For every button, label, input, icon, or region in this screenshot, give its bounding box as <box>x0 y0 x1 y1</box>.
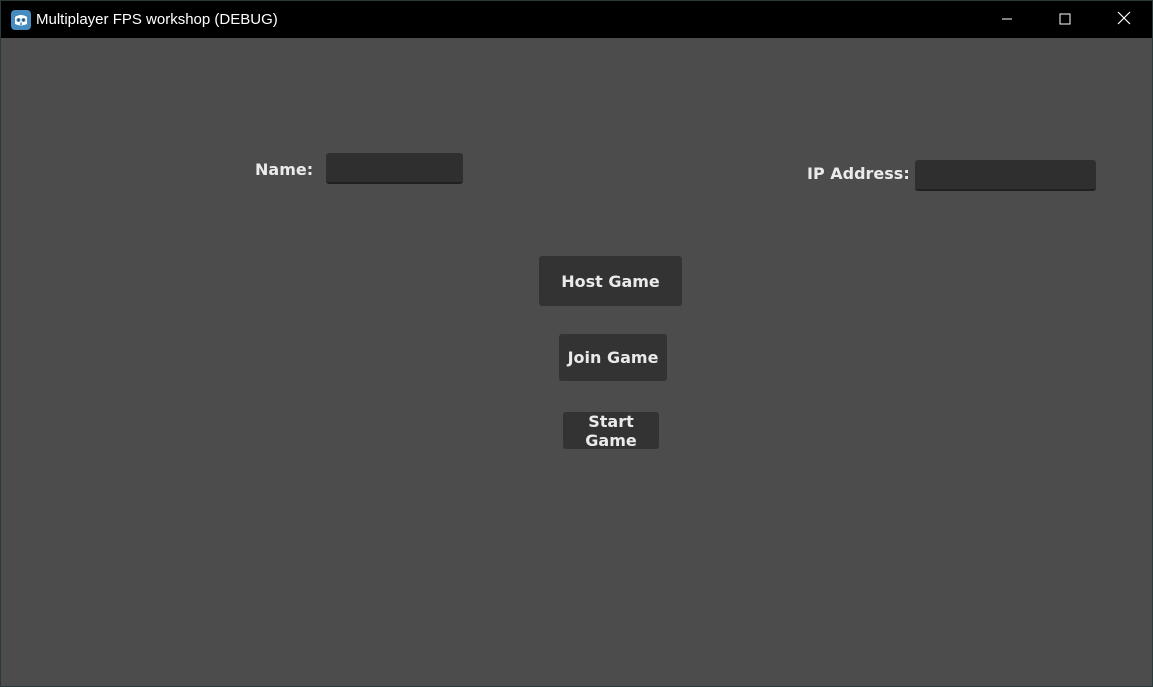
close-icon <box>1117 10 1131 29</box>
name-label: Name: <box>255 160 314 179</box>
window-title: Multiplayer FPS workshop (DEBUG) <box>36 11 278 28</box>
minimize-button[interactable] <box>978 1 1036 38</box>
join-game-button[interactable]: Join Game <box>559 334 667 381</box>
minimize-icon <box>1001 10 1013 29</box>
maximize-icon <box>1059 10 1071 29</box>
host-game-button[interactable]: Host Game <box>539 256 682 306</box>
ip-address-input[interactable] <box>915 160 1096 191</box>
ip-address-label: IP Address: <box>807 164 910 183</box>
name-input[interactable] <box>326 153 463 184</box>
maximize-button[interactable] <box>1036 1 1094 38</box>
start-game-button[interactable]: Start Game <box>563 412 659 450</box>
godot-icon <box>11 10 31 30</box>
title-bar[interactable]: Multiplayer FPS workshop (DEBUG) <box>1 1 1152 38</box>
game-window: Multiplayer FPS workshop (DEBUG) Name: I… <box>0 0 1153 687</box>
lobby-menu: Name: IP Address: Host Game Join Game St… <box>1 38 1152 686</box>
close-button[interactable] <box>1095 1 1152 38</box>
